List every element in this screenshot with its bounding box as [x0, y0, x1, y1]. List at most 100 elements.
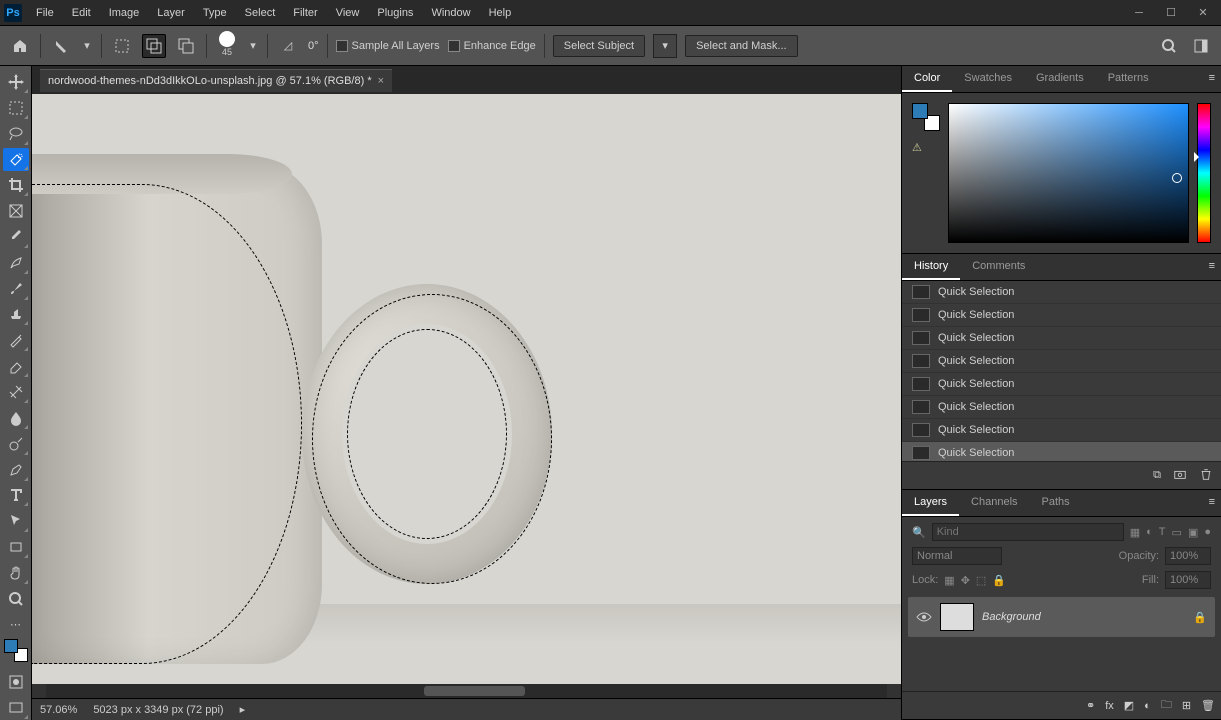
lock-icon[interactable]: 🔒	[1193, 611, 1207, 624]
scrollbar-track[interactable]	[46, 684, 887, 698]
layer-filter-kind[interactable]	[932, 523, 1124, 541]
close-tab-icon[interactable]: ×	[378, 75, 384, 87]
filter-smart-icon[interactable]: ▣	[1188, 526, 1198, 539]
screen-mode-icon[interactable]	[3, 696, 29, 720]
enhance-edge-checkbox[interactable]: Enhance Edge	[448, 40, 536, 52]
filter-type-icon[interactable]: T	[1159, 526, 1166, 538]
maximize-icon[interactable]: ☐	[1157, 3, 1185, 23]
menu-filter[interactable]: Filter	[285, 3, 325, 23]
link-layers-icon[interactable]: ⚭	[1086, 699, 1095, 712]
lock-all-icon[interactable]: 🔒	[992, 574, 1006, 587]
trash-icon[interactable]	[1199, 467, 1213, 484]
gradient-tool-icon[interactable]	[3, 380, 29, 404]
chevron-down-icon[interactable]: ▾	[81, 34, 93, 58]
tab-swatches[interactable]: Swatches	[952, 66, 1024, 92]
history-brush-tool-icon[interactable]	[3, 328, 29, 352]
filter-shape-icon[interactable]: ▭	[1172, 526, 1182, 539]
brush-tool-icon[interactable]	[3, 277, 29, 301]
tool-preset-icon[interactable]	[49, 34, 73, 58]
pen-tool-icon[interactable]	[3, 458, 29, 482]
history-item[interactable]: Quick Selection	[902, 373, 1221, 396]
filter-pixel-icon[interactable]: ▦	[1130, 526, 1140, 539]
clone-stamp-tool-icon[interactable]	[3, 303, 29, 327]
canvas[interactable]	[32, 94, 901, 684]
subtract-from-selection-icon[interactable]	[174, 34, 198, 58]
zoom-tool-icon[interactable]	[3, 587, 29, 611]
quick-mask-icon[interactable]	[3, 670, 29, 694]
new-layer-icon[interactable]: ⊞	[1182, 699, 1191, 712]
history-item[interactable]: Quick Selection	[902, 419, 1221, 442]
lock-artboard-icon[interactable]: ⬚	[976, 574, 986, 587]
group-icon[interactable]: 🗀	[1161, 696, 1172, 715]
adjustment-layer-icon[interactable]: ◐	[1144, 700, 1151, 712]
tab-paths[interactable]: Paths	[1030, 490, 1082, 516]
fill-input[interactable]	[1165, 571, 1211, 589]
history-item[interactable]: Quick Selection	[902, 281, 1221, 304]
angle-icon[interactable]: ◿	[276, 34, 300, 58]
angle-value[interactable]: 0°	[308, 40, 319, 52]
tab-layers[interactable]: Layers	[902, 490, 959, 516]
layer-name[interactable]: Background	[982, 611, 1041, 623]
color-field[interactable]	[948, 103, 1189, 243]
blur-tool-icon[interactable]	[3, 406, 29, 430]
document-tab[interactable]: nordwood-themes-nDd3dIkkOLo-unsplash.jpg…	[40, 69, 392, 92]
layer-mask-icon[interactable]: ◩	[1124, 699, 1134, 712]
lock-position-icon[interactable]: ✥	[961, 574, 970, 587]
search-icon[interactable]	[1157, 34, 1181, 58]
sample-all-layers-checkbox[interactable]: Sample All Layers	[336, 40, 440, 52]
panel-menu-icon[interactable]: ≡	[1203, 66, 1221, 92]
menu-image[interactable]: Image	[101, 3, 148, 23]
hand-tool-icon[interactable]	[3, 561, 29, 585]
menu-plugins[interactable]: Plugins	[369, 3, 421, 23]
history-item[interactable]: Quick Selection	[902, 304, 1221, 327]
crop-tool-icon[interactable]	[3, 173, 29, 197]
history-item[interactable]: Quick Selection	[902, 350, 1221, 373]
new-selection-icon[interactable]	[110, 34, 134, 58]
trash-icon[interactable]: 🗑	[1201, 699, 1215, 712]
menu-window[interactable]: Window	[423, 3, 478, 23]
filter-adjust-icon[interactable]: ◐	[1146, 526, 1153, 538]
blend-mode-select[interactable]	[912, 547, 1002, 565]
zoom-level[interactable]: 57.06%	[40, 704, 77, 716]
tab-channels[interactable]: Channels	[959, 490, 1029, 516]
snapshot-icon[interactable]	[1173, 467, 1187, 484]
layer-thumbnail[interactable]	[940, 603, 974, 631]
history-item[interactable]: Quick Selection	[902, 396, 1221, 419]
menu-layer[interactable]: Layer	[149, 3, 193, 23]
foreground-color-swatch[interactable]	[4, 639, 18, 653]
close-icon[interactable]: ✕	[1189, 3, 1217, 23]
panel-menu-icon[interactable]: ≡	[1203, 254, 1221, 280]
menu-edit[interactable]: Edit	[64, 3, 99, 23]
marquee-tool-icon[interactable]	[3, 96, 29, 120]
more-tools-icon[interactable]: ⋯	[3, 613, 29, 637]
select-and-mask-button[interactable]: Select and Mask...	[685, 35, 798, 57]
tab-gradients[interactable]: Gradients	[1024, 66, 1096, 92]
eyedropper-tool-icon[interactable]	[3, 225, 29, 249]
chevron-down-icon[interactable]: ▾	[247, 34, 259, 58]
menu-help[interactable]: Help	[481, 3, 520, 23]
healing-brush-tool-icon[interactable]	[3, 251, 29, 275]
search-icon[interactable]: 🔍	[912, 526, 926, 539]
opacity-input[interactable]	[1165, 547, 1211, 565]
history-item[interactable]: Quick Selection	[902, 327, 1221, 350]
layer-row[interactable]: Background 🔒	[908, 597, 1215, 637]
select-subject-button[interactable]: Select Subject	[553, 35, 645, 57]
warning-icon[interactable]: ⚠	[912, 141, 940, 154]
panel-menu-icon[interactable]: ≡	[1203, 490, 1221, 516]
dodge-tool-icon[interactable]	[3, 432, 29, 456]
scrollbar-thumb[interactable]	[424, 686, 525, 696]
add-to-selection-icon[interactable]	[142, 34, 166, 58]
status-chevron-icon[interactable]: ▸	[240, 703, 246, 716]
create-document-icon[interactable]: ⧉	[1153, 469, 1161, 482]
type-tool-icon[interactable]	[3, 484, 29, 508]
frame-tool-icon[interactable]	[3, 199, 29, 223]
layer-style-icon[interactable]: fx	[1105, 700, 1114, 712]
quick-selection-tool-icon[interactable]	[3, 148, 29, 172]
lasso-tool-icon[interactable]	[3, 122, 29, 146]
minimize-icon[interactable]: ─	[1125, 3, 1153, 23]
foreground-background-colors[interactable]	[4, 639, 28, 663]
lock-pixels-icon[interactable]: ▦	[944, 574, 954, 587]
select-subject-dropdown-icon[interactable]: ▾	[653, 34, 677, 58]
brush-preview[interactable]: 45	[215, 31, 239, 61]
path-selection-tool-icon[interactable]	[3, 509, 29, 533]
